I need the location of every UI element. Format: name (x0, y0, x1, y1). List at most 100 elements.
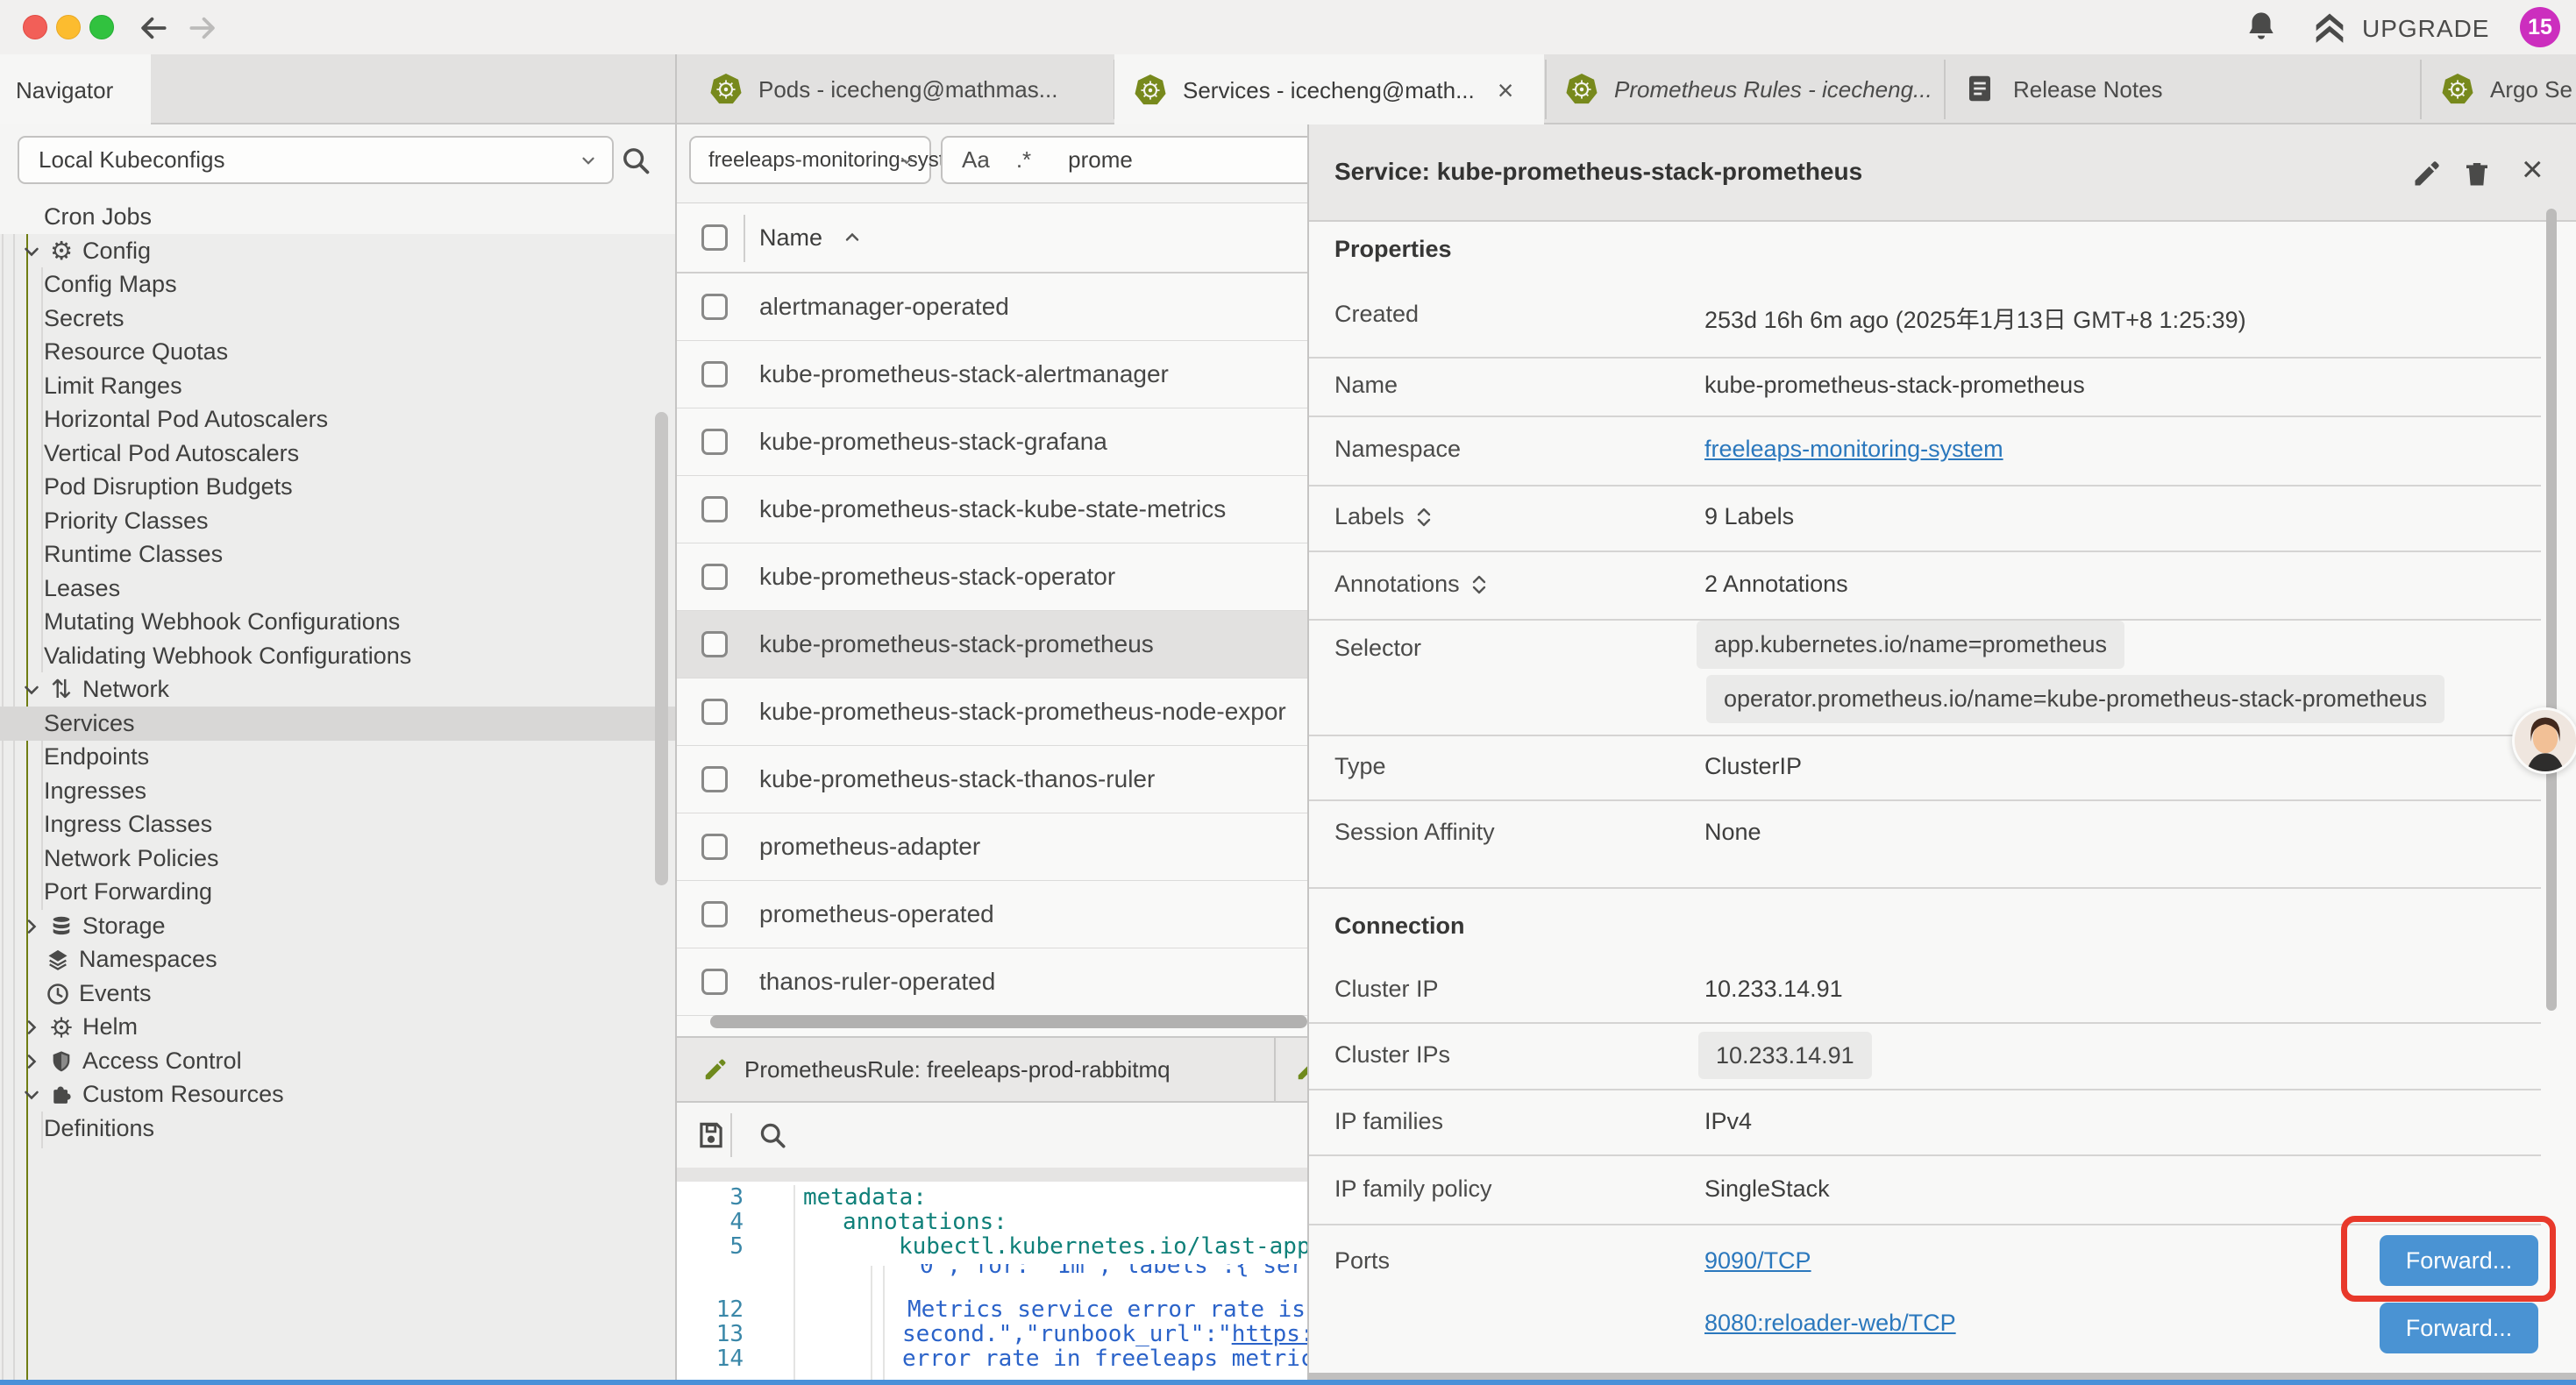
upgrade-chevrons-icon[interactable] (2309, 8, 2350, 48)
forward-port-button[interactable]: Forward... (2380, 1303, 2538, 1353)
sidebar-item-events[interactable]: Events (0, 977, 675, 1011)
service-row[interactable]: kube-prometheus-stack-prometheus-node-ex… (676, 678, 1307, 746)
release-notes-document-icon (1964, 73, 1997, 106)
sidebar-scrollbar[interactable] (655, 412, 668, 885)
sidebar-item-namespaces[interactable]: Namespaces (0, 942, 675, 977)
editor-tab-partial[interactable] (1277, 1038, 1307, 1101)
sidebar-item-definitions[interactable]: Definitions (0, 1112, 675, 1146)
row-checkbox[interactable] (701, 969, 728, 995)
service-row[interactable]: kube-prometheus-stack-thanos-ruler (676, 746, 1307, 813)
sidebar-item-cron-jobs[interactable]: Cron Jobs (0, 200, 675, 234)
service-row-selected[interactable]: kube-prometheus-stack-prometheus (676, 611, 1307, 678)
row-divider (1309, 1022, 2541, 1024)
yaml-editor[interactable]: 3 metadata: 4 annotations: 5 kubectl.kub… (676, 1182, 1307, 1385)
row-checkbox[interactable] (701, 496, 728, 522)
service-row[interactable]: prometheus-adapter (676, 813, 1307, 881)
upgrade-label[interactable]: UPGRADE (2362, 15, 2489, 43)
row-checkbox[interactable] (701, 699, 728, 725)
close-tab-icon[interactable]: × (1498, 76, 1514, 104)
port-link-8080[interactable]: 8080:reloader-web/TCP (1704, 1310, 1956, 1337)
delete-trash-icon[interactable] (2461, 158, 2493, 189)
cluster-ip-label: Cluster IP (1334, 976, 1439, 1003)
maximize-window-button[interactable] (89, 15, 114, 39)
tab-pods[interactable]: Pods - icecheng@mathmas... (690, 54, 1114, 124)
service-row[interactable]: kube-prometheus-stack-grafana (676, 408, 1307, 476)
sidebar-group-storage[interactable]: Storage (0, 909, 675, 943)
horizontal-scrollbar[interactable] (710, 1015, 1307, 1028)
row-checkbox[interactable] (701, 901, 728, 927)
expand-collapse-icon[interactable] (1415, 504, 1433, 530)
detail-scrollbar[interactable] (2546, 209, 2557, 1011)
minimize-window-button[interactable] (56, 15, 81, 39)
sidebar-item-config-maps[interactable]: Config Maps (0, 267, 675, 302)
sidebar-item-leases[interactable]: Leases (0, 572, 675, 606)
panel-divider[interactable] (675, 54, 677, 1385)
sidebar-item-mutating-webhook-configurations[interactable]: Mutating Webhook Configurations (0, 605, 675, 639)
row-checkbox[interactable] (701, 361, 728, 387)
sidebar-item-runtime-classes[interactable]: Runtime Classes (0, 537, 675, 572)
sidebar-item-ingresses[interactable]: Ingresses (0, 774, 675, 808)
column-divider[interactable] (744, 215, 745, 262)
sidebar-item-limit-ranges[interactable]: Limit Ranges (0, 369, 675, 403)
sidebar-group-access-control[interactable]: Access Control (0, 1044, 675, 1078)
service-row[interactable]: thanos-ruler-operated (676, 948, 1307, 1016)
sidebar-item-endpoints[interactable]: Endpoints (0, 740, 675, 774)
tab-release-notes[interactable]: Release Notes (1945, 54, 2419, 124)
service-row[interactable]: prometheus-operated (676, 881, 1307, 948)
row-checkbox[interactable] (701, 564, 728, 590)
sort-ascending-icon[interactable] (842, 227, 863, 248)
sidebar-group-config[interactable]: ⚙ Config (0, 234, 675, 268)
forward-button[interactable] (186, 11, 219, 45)
regex-toggle[interactable]: .* (1016, 146, 1031, 174)
row-checkbox[interactable] (701, 834, 728, 860)
account-badge[interactable]: 15 (2520, 7, 2560, 47)
sidebar-item-priority-classes[interactable]: Priority Classes (0, 504, 675, 538)
sidebar-item-ingress-classes[interactable]: Ingress Classes (0, 807, 675, 842)
row-checkbox[interactable] (701, 429, 728, 455)
edit-pencil-icon[interactable] (2411, 158, 2443, 189)
select-all-checkbox[interactable] (701, 224, 728, 251)
tab-services[interactable]: Services - icecheng@math... × (1114, 54, 1544, 126)
sidebar-item-network-policies[interactable]: Network Policies (0, 842, 675, 876)
service-row[interactable]: kube-prometheus-stack-alertmanager (676, 341, 1307, 408)
editor-search-icon[interactable] (757, 1119, 788, 1151)
close-window-button[interactable] (23, 15, 47, 39)
namespace-link[interactable]: freeleaps-monitoring-system (1704, 436, 2003, 463)
service-row[interactable]: alertmanager-operated (676, 273, 1307, 341)
row-checkbox[interactable] (701, 766, 728, 792)
sidebar-item-validating-webhook-configurations[interactable]: Validating Webhook Configurations (0, 639, 675, 673)
labels-value: 9 Labels (1704, 503, 1794, 530)
editor-tab-prometheusrule[interactable]: PrometheusRule: freeleaps-prod-rabbitmq (676, 1038, 1276, 1101)
tab-argo[interactable]: Argo Se (2422, 54, 2576, 124)
expand-collapse-icon[interactable] (1470, 572, 1488, 598)
sidebar-item-services[interactable]: Services (0, 707, 675, 741)
sidebar-item-pod-disruption-budgets[interactable]: Pod Disruption Budgets (0, 470, 675, 504)
sidebar-group-custom-resources[interactable]: Custom Resources (0, 1077, 675, 1112)
sidebar-group-network[interactable]: ⇅ Network (0, 672, 675, 707)
port-link-9090[interactable]: 9090/TCP (1704, 1247, 1811, 1275)
close-panel-icon[interactable]: × (2522, 151, 2553, 182)
sidebar-item-resource-quotas[interactable]: Resource Quotas (0, 335, 675, 369)
name-column-header[interactable]: Name (759, 224, 822, 252)
notifications-bell-icon[interactable] (2243, 9, 2280, 46)
namespace-filter-select[interactable]: freeleaps-monitoring-system (689, 136, 931, 184)
tab-navigator[interactable]: Navigator (0, 54, 151, 126)
sidebar-group-helm[interactable]: Helm (0, 1010, 675, 1044)
match-case-toggle[interactable]: Aa (962, 146, 990, 174)
kubeconfig-selector[interactable]: Local Kubeconfigs (18, 136, 614, 184)
sidebar-search-icon[interactable] (619, 144, 652, 177)
service-row[interactable]: kube-prometheus-stack-operator (676, 543, 1307, 611)
sidebar-item-port-forwarding[interactable]: Port Forwarding (0, 875, 675, 909)
back-button[interactable] (137, 11, 170, 45)
sidebar-item-secrets[interactable]: Secrets (0, 302, 675, 336)
sidebar-item-horizontal-pod-autoscalers[interactable]: Horizontal Pod Autoscalers (0, 402, 675, 437)
row-checkbox[interactable] (701, 294, 728, 320)
name-search-input[interactable]: Aa .* prome (941, 136, 1307, 184)
row-checkbox[interactable] (701, 631, 728, 657)
sidebar-item-vertical-pod-autoscalers[interactable]: Vertical Pod Autoscalers (0, 437, 675, 471)
service-row[interactable]: kube-prometheus-stack-kube-state-metrics (676, 476, 1307, 543)
user-avatar[interactable] (2512, 707, 2576, 774)
runbook-url-link[interactable]: https://net (1232, 1321, 1307, 1347)
save-icon[interactable] (694, 1119, 728, 1152)
tab-prometheus-rules[interactable]: Prometheus Rules - icecheng... (1546, 54, 1943, 124)
